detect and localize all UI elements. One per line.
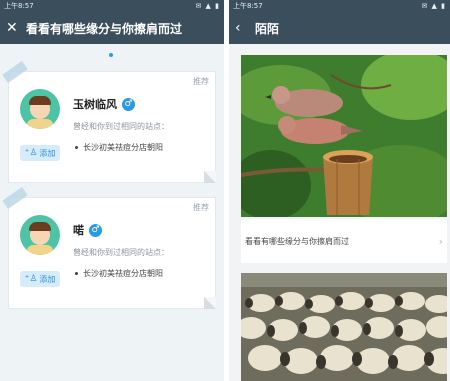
shared-station-label: 曾经和你到过相同的站点：: [73, 122, 169, 131]
page-fold-decoration: [204, 297, 216, 309]
screen: 上午8:57 ✉ ▲ ▮ ✕ 看看有哪些缘分与你擦肩而过 推荐 ⁺♙ 添加 玉树…: [0, 0, 450, 381]
status-icons: ✉ ▲ ▮: [195, 2, 220, 10]
back-arrow-icon[interactable]: ‹: [235, 13, 249, 44]
status-time: 上午8:57: [4, 2, 34, 10]
user-name-text: 喏: [73, 224, 84, 237]
feed-image-birds[interactable]: [241, 55, 447, 217]
page-title: 看看有哪些缘分与你擦肩而过: [26, 22, 183, 36]
recommend-label: 推荐: [193, 203, 209, 212]
ribbon-decoration: [2, 187, 28, 209]
page-fold-decoration: [204, 171, 216, 183]
feed-image-sheep[interactable]: [241, 273, 447, 381]
status-time: 上午8:57: [233, 2, 263, 10]
ribbon-decoration: [2, 61, 28, 83]
add-friend-button[interactable]: ⁺♙ 添加: [20, 271, 60, 287]
station-item: 长沙初美祛痘分店朝阳: [75, 268, 163, 279]
avatar[interactable]: [20, 215, 60, 255]
status-bar: 上午8:57 ✉ ▲ ▮: [229, 0, 450, 13]
chevron-right-icon: ›: [438, 234, 443, 248]
right-panel: 上午8:57 ✉ ▲ ▮ ‹ 陌陌 看看有哪些缘分与你擦肩而过 ›: [229, 0, 450, 381]
add-user-icon: ⁺♙: [24, 148, 38, 158]
left-panel: 上午8:57 ✉ ▲ ▮ ✕ 看看有哪些缘分与你擦肩而过 推荐 ⁺♙ 添加 玉树…: [0, 0, 224, 381]
station-item: 长沙初美祛痘分店朝阳: [75, 142, 163, 153]
title-bar: ‹ 陌陌: [229, 13, 450, 44]
add-label: 添加: [39, 148, 56, 158]
user-name-text: 玉树临风: [73, 98, 117, 111]
shared-station-label: 曾经和你到过相同的站点：: [73, 248, 169, 257]
spacer: [241, 263, 447, 273]
avatar[interactable]: [20, 89, 60, 129]
status-icons: ✉ ▲ ▮: [421, 2, 446, 10]
feed-link-row[interactable]: 看看有哪些缘分与你擦肩而过 ›: [241, 219, 447, 263]
male-icon: ♂: [89, 223, 102, 237]
add-friend-button[interactable]: ⁺♙ 添加: [20, 145, 60, 161]
page-title: 陌陌: [255, 22, 280, 36]
title-bar: ✕ 看看有哪些缘分与你擦肩而过: [0, 13, 224, 44]
close-icon[interactable]: ✕: [6, 13, 20, 44]
add-label: 添加: [39, 274, 56, 284]
page-indicator-dot: [109, 53, 113, 57]
user-name: 喏 ♂: [73, 222, 102, 238]
add-user-icon: ⁺♙: [24, 274, 38, 284]
match-card[interactable]: 推荐 ⁺♙ 添加 玉树临风 ♂ 曾经和你到过相同的站点： 长沙初美祛痘分店朝阳: [2, 61, 216, 183]
status-bar: 上午8:57 ✉ ▲ ▮: [0, 0, 224, 13]
recommend-label: 推荐: [193, 77, 209, 86]
match-card[interactable]: 推荐 ⁺♙ 添加 喏 ♂ 曾经和你到过相同的站点： 长沙初美祛痘分店朝阳: [2, 187, 216, 309]
feed-caption-text: 看看有哪些缘分与你擦肩而过: [245, 236, 349, 246]
user-name: 玉树临风 ♂: [73, 96, 135, 112]
male-icon: ♂: [122, 97, 135, 111]
